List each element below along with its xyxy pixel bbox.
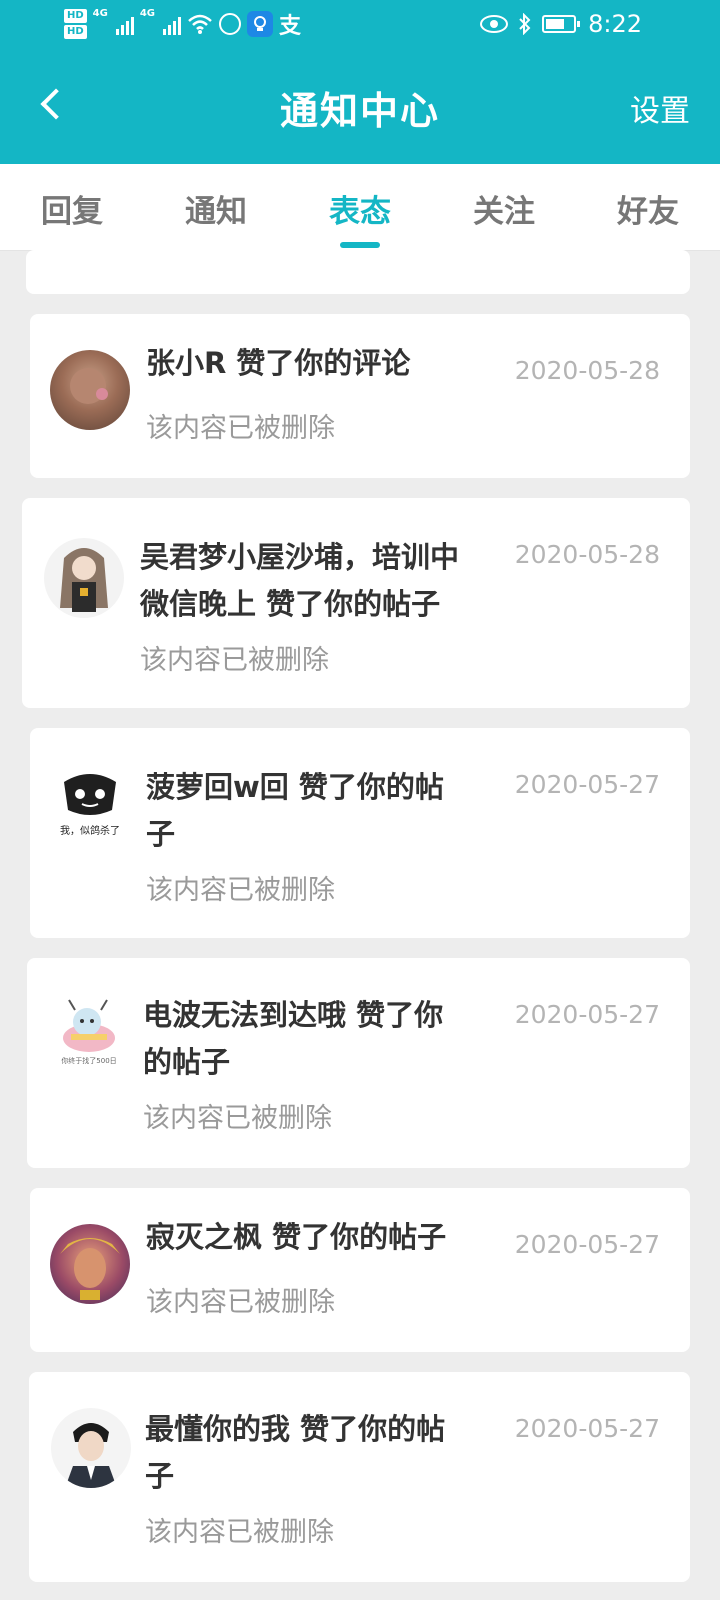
notification-title: 菠萝回w回 赞了你的帖: [146, 770, 444, 804]
notification-title-line2: 子: [145, 1459, 175, 1493]
tab-reply[interactable]: 回复: [12, 186, 132, 231]
notification-title: 电波无法到达哦 赞了你: [143, 998, 444, 1032]
notification-date: 2020-05-27: [514, 1230, 660, 1259]
notification-title: 寂灭之枫 赞了你的帖子: [146, 1220, 447, 1254]
avatar[interactable]: 我，似鸽杀了: [50, 764, 130, 844]
tab-follow[interactable]: 关注: [444, 186, 564, 231]
avatar-caption: 我，似鸽杀了: [60, 826, 120, 837]
notification-title: 吴君梦小屋沙埔，培训中: [140, 540, 460, 574]
alipay-icon: 支: [279, 14, 302, 39]
app-header: 通知中心 设置: [0, 52, 720, 164]
notification-card[interactable]: 张小R 赞了你的评论 该内容已被删除 2020-05-28: [30, 314, 690, 478]
avatar[interactable]: [44, 538, 124, 618]
clock: 8:22: [588, 10, 642, 38]
signal-icon: [163, 13, 182, 35]
notification-card[interactable]: 最懂你的我 赞了你的帖 子 该内容已被删除 2020-05-27: [29, 1372, 690, 1582]
notification-status: 该内容已被删除: [146, 875, 335, 906]
tab-friends[interactable]: 好友: [588, 186, 708, 231]
notification-status: 该内容已被删除: [146, 1287, 335, 1318]
notification-title: 张小R 赞了你的评论: [146, 346, 411, 380]
list-item-partial[interactable]: [26, 250, 690, 294]
active-tab-indicator: [340, 242, 380, 248]
tab-bar: 回复 通知 表态 关注 好友: [0, 164, 720, 251]
notification-card[interactable]: 你终于找了500日 电波无法到达哦 赞了你 的帖子 该内容已被删除 2020-0…: [27, 958, 690, 1168]
notification-card[interactable]: 寂灭之枫 赞了你的帖子 该内容已被删除 2020-05-27: [30, 1188, 690, 1352]
notification-title-line2: 的帖子: [143, 1045, 231, 1079]
network-type-2: 4G: [139, 8, 156, 19]
notification-status: 该内容已被删除: [145, 1517, 334, 1548]
hd2-badge: HD: [64, 25, 87, 39]
notification-date: 2020-05-27: [514, 1000, 660, 1029]
notification-date: 2020-05-28: [514, 540, 660, 569]
notification-card[interactable]: 吴君梦小屋沙埔，培训中 微信晚上 赞了你的帖子 该内容已被删除 2020-05-…: [22, 498, 690, 708]
avatar-caption: 你终于找了500日: [61, 1057, 117, 1065]
network-type-1: 4G: [92, 8, 108, 19]
notification-status: 该内容已被删除: [143, 1103, 332, 1134]
notification-date: 2020-05-27: [514, 1414, 660, 1443]
bluetooth-icon: [519, 13, 531, 35]
avatar[interactable]: [50, 350, 130, 430]
notification-title: 最懂你的我 赞了你的帖: [145, 1412, 446, 1446]
page-title: 通知中心: [279, 89, 440, 133]
tab-notice[interactable]: 通知: [156, 186, 276, 231]
tab-reaction[interactable]: 表态: [300, 186, 420, 231]
notification-date: 2020-05-28: [514, 356, 660, 385]
battery-icon: [542, 15, 581, 33]
hand-icon: [219, 13, 242, 35]
hd-badges: HD HD: [64, 9, 87, 39]
avatar[interactable]: [51, 1408, 131, 1488]
signal-icon: [115, 13, 134, 35]
avatar[interactable]: [50, 1224, 130, 1304]
notification-status: 该内容已被删除: [140, 645, 329, 676]
bulb-app-icon: [247, 11, 274, 37]
notification-card[interactable]: 我，似鸽杀了 菠萝回w回 赞了你的帖 子 该内容已被删除 2020-05-27: [30, 728, 690, 938]
notification-title-line2: 微信晚上 赞了你的帖子: [140, 587, 441, 621]
notification-title-line2: 子: [146, 817, 176, 851]
eye-icon: [480, 15, 509, 33]
avatar[interactable]: 你终于找了500日: [49, 994, 129, 1074]
settings-button[interactable]: 设置: [630, 86, 690, 130]
notification-date: 2020-05-27: [514, 770, 660, 799]
wifi-icon: [188, 14, 212, 34]
status-bar: HD HD 4G 4G 支 8:22: [0, 0, 720, 52]
notification-status: 该内容已被删除: [146, 413, 335, 444]
hd1-badge: HD: [64, 9, 87, 23]
